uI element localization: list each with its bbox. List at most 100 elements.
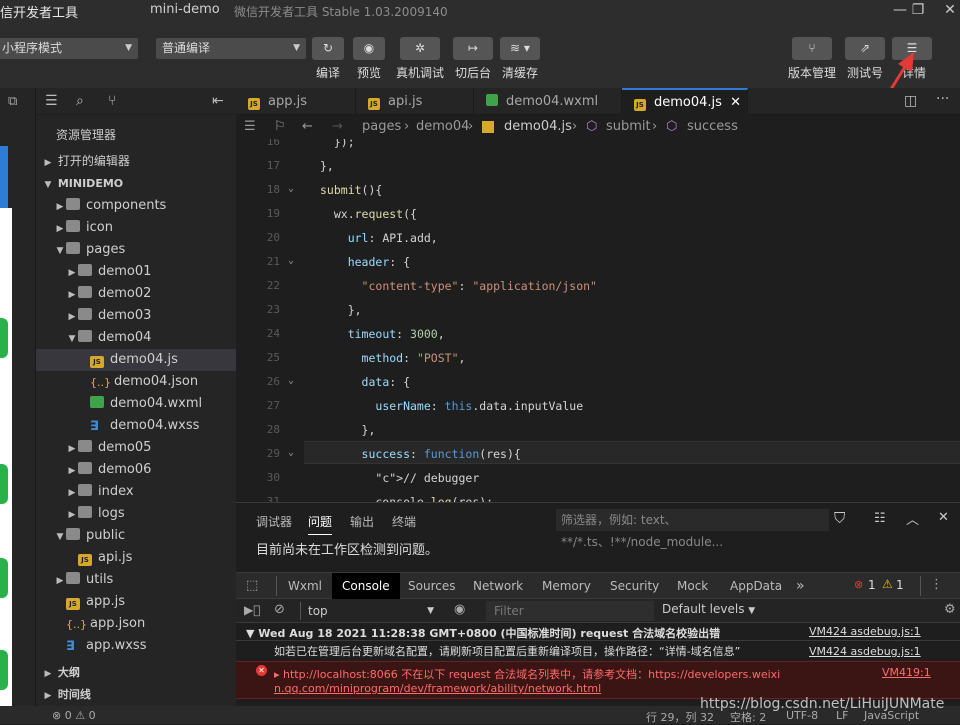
project-section[interactable]: ▼ MINIDEMO	[36, 173, 236, 195]
devtab-mock[interactable]: Mock	[677, 573, 708, 599]
devtab-sources[interactable]: Sources	[408, 573, 455, 599]
clear-cache-button[interactable]: ≋ ▾	[500, 37, 540, 60]
split-editor-icon[interactable]: ◫	[904, 93, 917, 109]
tab-demo04-js[interactable]: JS demo04.js ✕	[622, 88, 748, 115]
mode-select[interactable]: 小程序模式 ▼	[0, 38, 138, 59]
devtab-security[interactable]: Security	[610, 573, 659, 599]
clear-console-icon[interactable]: ⊘	[274, 602, 285, 617]
error-count[interactable]: 1	[868, 578, 876, 592]
breadcrumb-file[interactable]: demo04.js	[504, 115, 572, 139]
fold-chevron-icon[interactable]: ⌄	[288, 255, 294, 266]
tree-folder[interactable]: ▶ demo05	[36, 437, 236, 459]
code-editor[interactable]: 16 }); 17}, 18 ⌄ submit(){19 wx.request({20 …	[236, 139, 960, 502]
warning-count[interactable]: 1	[896, 578, 904, 592]
tree-file[interactable]: {..} app.json	[36, 613, 236, 635]
breadcrumb-separator-icon: ›	[468, 119, 474, 134]
tab-debugger[interactable]: 调试器	[256, 513, 292, 530]
back-arrow-icon[interactable]: ←	[302, 115, 313, 139]
close-panel-icon[interactable]: ✕	[938, 510, 949, 525]
preview-button[interactable]: ◉	[353, 37, 385, 60]
filter-icon[interactable]: ⛉	[834, 509, 845, 527]
close-tab-icon[interactable]: ✕	[730, 95, 741, 110]
split-icon[interactable]: ⧉	[8, 94, 17, 109]
tree-folder[interactable]: ▶ icon	[36, 217, 236, 239]
tree-folder[interactable]: ▶ components	[36, 195, 236, 217]
breadcrumb-success[interactable]: success	[687, 115, 738, 139]
fold-chevron-icon[interactable]: ⌄	[288, 375, 294, 386]
search-icon[interactable]: ⌕	[76, 93, 84, 109]
background-button[interactable]: ↦	[453, 37, 493, 60]
console-filter-input[interactable]: Filter	[486, 601, 654, 621]
tree-file[interactable]: ∃ demo04.wxss	[36, 415, 236, 437]
devtab-console[interactable]: Console	[332, 573, 400, 599]
tree-folder[interactable]: ▶ logs	[36, 503, 236, 525]
devtab-memory[interactable]: Memory	[542, 573, 591, 599]
breadcrumb-demo04[interactable]: demo04	[416, 115, 469, 139]
tree-folder[interactable]: ▶ demo01	[36, 261, 236, 283]
tree-folder[interactable]: ▼ demo04	[36, 327, 236, 349]
collapse-all-icon[interactable]: ☷	[874, 511, 886, 526]
close-window-button[interactable]: ✕	[930, 0, 960, 22]
log-source-link[interactable]: VM424 asdebug.js:1	[809, 625, 921, 638]
open-editors-section[interactable]: ▶ 打开的编辑器	[36, 150, 236, 172]
bookmark-icon[interactable]: ⚐	[274, 115, 286, 139]
tab-demo04-wxml[interactable]: demo04.wxml	[474, 88, 622, 115]
breadcrumb-submit[interactable]: submit	[606, 115, 651, 139]
tree-file[interactable]: {..} demo04.json	[36, 371, 236, 393]
sidebar-toggle-icon[interactable]: ▶⃞	[244, 603, 260, 617]
tree-folder[interactable]: ▶ demo03	[36, 305, 236, 327]
tab-api-js[interactable]: JS api.js	[356, 88, 474, 115]
remote-debug-button[interactable]: ✲	[400, 37, 440, 60]
version-control-button[interactable]: ⑂	[792, 37, 832, 60]
tree-file[interactable]: ∃ app.wxss	[36, 635, 236, 657]
timeline-section[interactable]: ▶ 时间线	[36, 684, 236, 706]
log-source-link[interactable]: VM419:1	[882, 666, 931, 679]
collapse-panel-icon[interactable]: ⇤	[212, 93, 224, 109]
list-icon[interactable]: ☰	[45, 93, 58, 109]
tree-folder[interactable]: ▼ pages	[36, 239, 236, 261]
console-error-line[interactable]: ✕ ▸ http://localhost:8066 不在以下 request 合…	[236, 661, 960, 699]
tab-app-js[interactable]: JS app.js	[236, 88, 356, 115]
devtools-settings-icon[interactable]: ⋮	[930, 577, 943, 592]
more-actions-icon[interactable]: ···	[936, 91, 949, 107]
devtab-wxml[interactable]: Wxml	[288, 573, 322, 599]
tab-output[interactable]: 输出	[350, 513, 374, 530]
tab-problems[interactable]: 问题	[308, 513, 333, 535]
breadcrumb-pages[interactable]: pages	[362, 115, 401, 139]
tree-folder[interactable]: ▼ public	[36, 525, 236, 547]
console-log-group[interactable]: ▼ Wed Aug 18 2021 11:28:38 GMT+0800 (中国标…	[236, 625, 960, 641]
compile-button[interactable]: ↻	[312, 37, 344, 60]
tree-file[interactable]: JS demo04.js	[36, 349, 236, 371]
problems-filter-input[interactable]: 筛选器，例如: text、**/*.ts、!**/node_module...	[556, 509, 829, 549]
fold-chevron-icon[interactable]: ⌄	[288, 183, 294, 194]
tree-item-label: pages	[86, 242, 126, 257]
console-settings-icon[interactable]: ⚙	[944, 602, 956, 617]
tree-folder[interactable]: ▶ demo06	[36, 459, 236, 481]
log-url-continuation[interactable]: n.qq.com/miniprogram/dev/framework/abili…	[274, 682, 601, 695]
context-select[interactable]: top ▼	[302, 601, 440, 621]
devtab-appdata[interactable]: AppData	[730, 573, 782, 599]
eye-icon[interactable]: ◉	[454, 602, 465, 617]
tree-folder[interactable]: ▶ demo02	[36, 283, 236, 305]
outline-section[interactable]: ▶ 大纲	[36, 662, 236, 684]
devtab-network[interactable]: Network	[473, 573, 523, 599]
fold-chevron-icon[interactable]: ⌄	[288, 447, 294, 458]
tree-folder[interactable]: ▶ index	[36, 481, 236, 503]
log-levels-select[interactable]: Default levels ▼	[662, 602, 755, 616]
tab-terminal[interactable]: 终端	[392, 513, 416, 530]
compile-select[interactable]: 普通编译 ▼	[156, 38, 306, 59]
tree-folder[interactable]: ▶ utils	[36, 569, 236, 591]
maximize-panel-icon[interactable]: ︿	[906, 509, 919, 528]
tree-file[interactable]: JS app.js	[36, 591, 236, 613]
list-icon[interactable]: ☰	[244, 115, 256, 139]
more-tabs-icon[interactable]: »	[796, 573, 805, 599]
forward-arrow-icon[interactable]: →	[332, 115, 343, 139]
log-source-link[interactable]: VM424 asdebug.js:1	[809, 643, 921, 661]
code-line: success: function(res){	[361, 447, 521, 461]
tree-file[interactable]: demo04.wxml	[36, 393, 236, 415]
tree-file[interactable]: JS api.js	[36, 547, 236, 569]
problems-count[interactable]: ⊗ 0 ⚠ 0	[52, 709, 96, 722]
source-control-icon[interactable]: ⑂	[108, 93, 116, 109]
folder-icon	[78, 264, 92, 276]
inspect-icon[interactable]: ⬚	[246, 578, 258, 593]
